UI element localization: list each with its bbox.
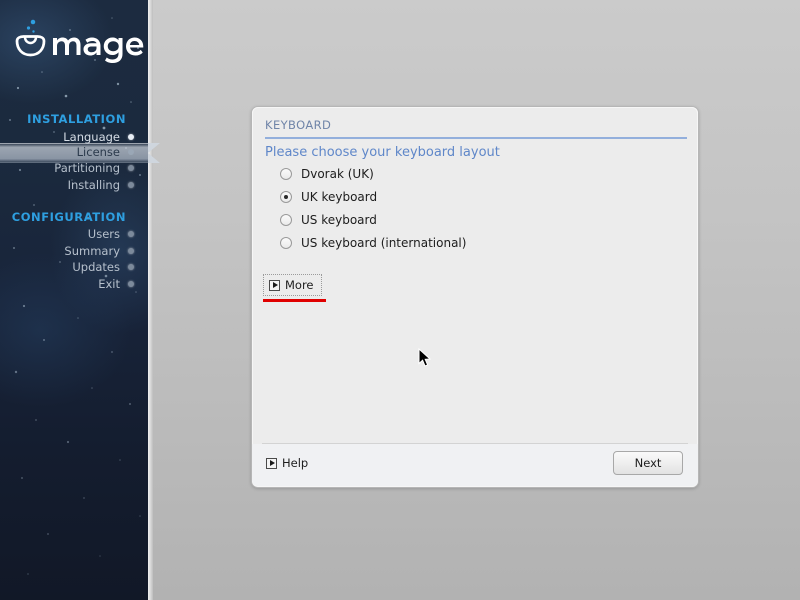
sidebar-item-users[interactable]: Users [0,226,148,242]
status-dot-icon [128,149,134,155]
radio-option-label: US keyboard [301,213,377,227]
sidebar-item-label: Partitioning [54,161,120,175]
sidebar-item-label: Language [63,130,120,144]
radio-option-us-keyboard-international[interactable]: US keyboard (international) [280,234,466,252]
sidebar-item-exit[interactable]: Exit [0,276,148,292]
status-dot-icon [128,248,134,254]
mageia-cauldron-logo [15,19,144,63]
sidebar-current-pointer [148,143,160,163]
radio-option-dvorak-uk[interactable]: Dvorak (UK) [280,165,374,183]
help-button-label: Help [282,456,309,470]
radio-button-icon[interactable] [280,214,292,226]
radio-button-icon[interactable] [280,191,292,203]
starfield-decoration [9,17,141,575]
sidebar-item-partitioning[interactable]: Partitioning [0,160,148,176]
status-dot-icon [128,134,134,140]
sidebar-item-updates[interactable]: Updates [0,259,148,275]
sidebar-item-label: Users [87,227,120,241]
dialog-footer: Help Next [252,444,698,486]
status-dot-icon [128,264,134,270]
radio-option-label: UK keyboard [301,190,378,204]
title-rule [265,137,687,139]
sidebar-section-installation: INSTALLATION [27,112,126,126]
prompt-text: Please choose your keyboard layout [265,145,500,160]
sidebar-item-summary[interactable]: Summary [0,243,148,259]
status-dot-icon [128,165,134,171]
expand-arrow-icon [269,279,280,291]
page-title: KEYBOARD [265,118,332,132]
sidebar-edge-divider [148,0,153,600]
sidebar-item-installing[interactable]: Installing [0,177,148,193]
sidebar-item-license[interactable]: License [0,144,148,160]
status-dot-icon [128,182,134,188]
more-button-label: More [285,278,314,292]
radio-option-label: Dvorak (UK) [301,167,374,181]
expand-arrow-icon [266,457,277,469]
status-dot-icon [128,231,134,237]
sidebar-item-label: Exit [98,277,120,291]
radio-button-icon[interactable] [280,168,292,180]
radio-option-uk-keyboard[interactable]: UK keyboard [280,188,377,206]
keyboard-dialog: KEYBOARD Please choose your keyboard lay… [251,106,699,488]
sidebar-item-label: Installing [67,178,120,192]
sidebar-section-configuration: CONFIGURATION [11,210,126,224]
radio-option-label: US keyboard (international) [301,236,467,250]
status-dot-icon [128,281,134,287]
sidebar-item-language[interactable]: Language [0,129,148,145]
more-button[interactable]: More [263,274,322,296]
sidebar-item-label: Summary [64,244,120,258]
next-button[interactable]: Next [613,451,683,475]
more-button-group: More [263,274,326,302]
radio-button-icon[interactable] [280,237,292,249]
sidebar: INSTALLATION Language License Partitioni… [0,0,148,600]
sidebar-item-label: Updates [72,260,120,274]
radio-option-us-keyboard[interactable]: US keyboard [280,211,377,229]
sidebar-item-label: License [76,145,120,159]
more-button-highlight-underline [263,299,326,302]
installer-screen: INSTALLATION Language License Partitioni… [0,0,800,600]
help-button[interactable]: Help [266,456,308,470]
